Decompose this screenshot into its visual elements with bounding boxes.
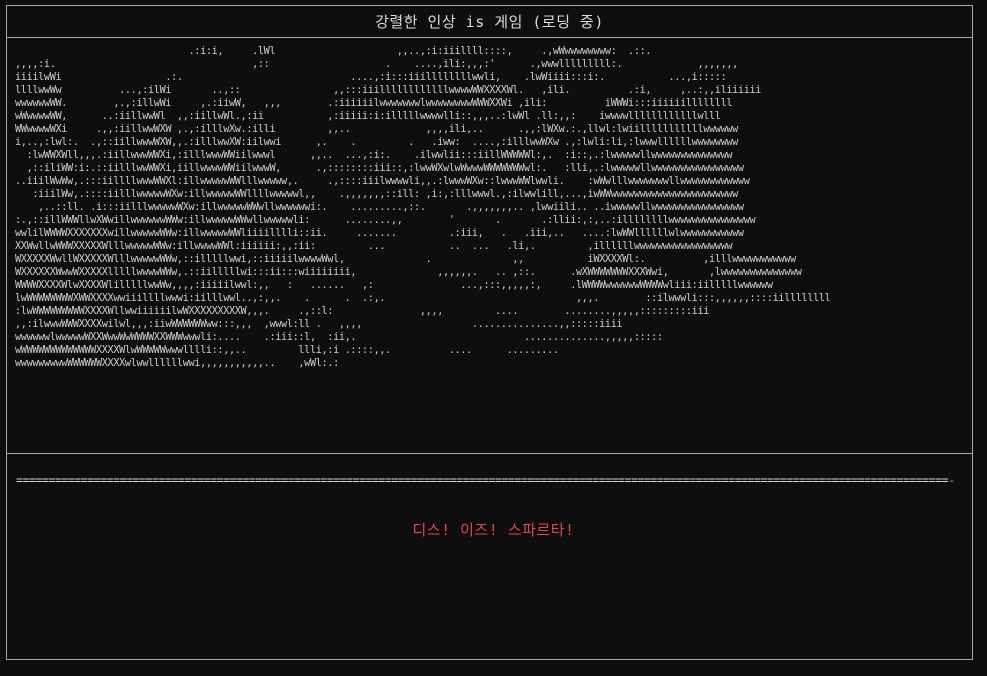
loading-progress-bar: ========================================… <box>16 472 956 488</box>
ascii-art: .:i:i, .lWl ,,..,:i:iiillll::::, .,wWwww… <box>15 46 831 369</box>
progress-bar-remaining: -------------------- <box>948 473 956 487</box>
window-title: 강렬한 인상 is 게임 (로딩 중) <box>7 6 972 38</box>
ascii-art-panel: .:i:i, .lWl ,,..,:i:iiillll::::, .,wWwww… <box>7 38 972 454</box>
loading-message: 디스! 이즈! 스파르타! <box>412 521 575 539</box>
progress-bar-filled: ========================================… <box>16 473 949 487</box>
terminal-frame: 강렬한 인상 is 게임 (로딩 중) .:i:i, .lWl ,,..,:i:… <box>6 5 973 660</box>
